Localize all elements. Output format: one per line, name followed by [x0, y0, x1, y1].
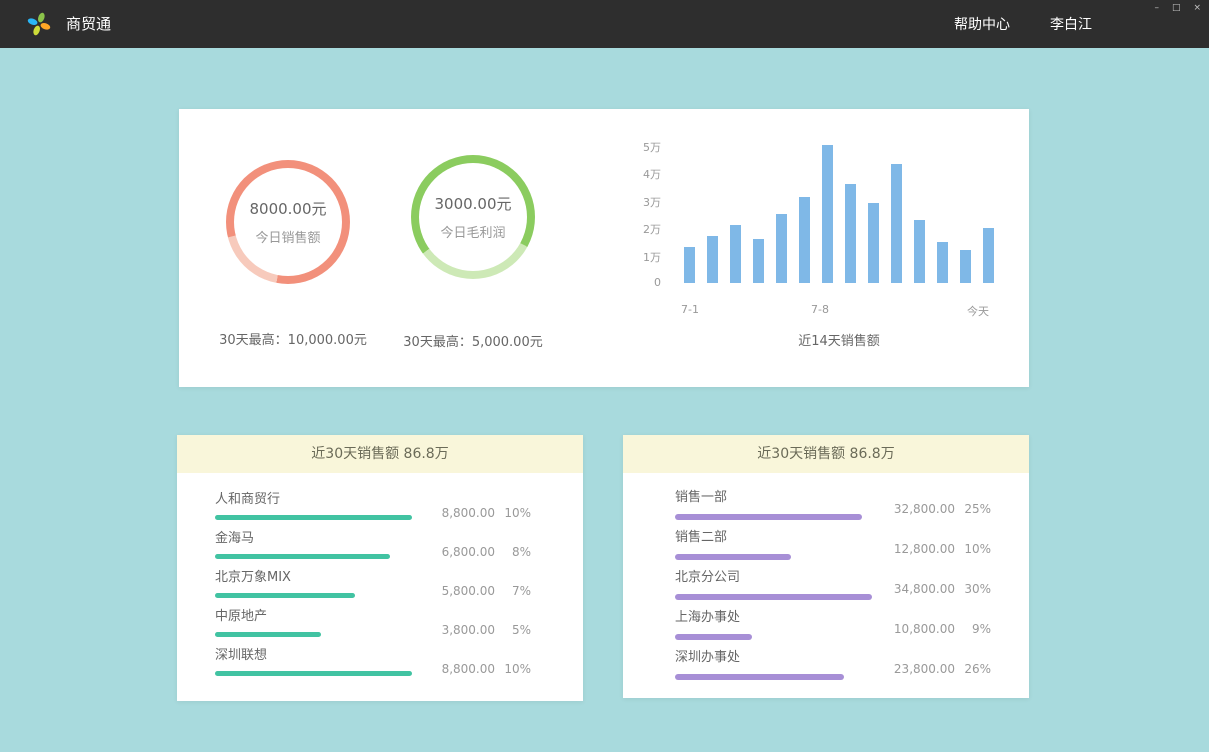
- list-item: 人和商贸行 8,800.0010%: [215, 493, 531, 532]
- sales-bar: [937, 242, 948, 283]
- progress-bar: [215, 593, 355, 598]
- x-tick: 7-8: [807, 303, 833, 316]
- list-item: 深圳办事处 23,800.0026%: [675, 651, 991, 691]
- list-item: 金海马 6,800.008%: [215, 532, 531, 571]
- titlebar-links: 帮助中心 李白江: [954, 0, 1092, 48]
- amount: 32,800.00: [889, 502, 955, 516]
- sales-bar: [776, 214, 787, 283]
- x-tick: 今天: [961, 303, 995, 319]
- today-profit-value: 3000.00元: [434, 193, 511, 214]
- app-logo-icon: [27, 12, 51, 36]
- daily-sales-bars: [684, 145, 994, 283]
- sales-bar: [845, 184, 856, 283]
- list-item: 深圳联想 8,800.0010%: [215, 649, 531, 688]
- sales-30d-max-note: 30天最高：10,000.00元: [193, 329, 393, 348]
- amount: 34,800.00: [889, 582, 955, 596]
- sales-bar: [960, 250, 971, 283]
- sales-bar: [914, 220, 925, 283]
- customer-name: 金海马: [215, 532, 531, 546]
- percent: 25%: [955, 502, 991, 516]
- x-tick: 7-1: [677, 303, 703, 316]
- daily-sales-chart-title: 近14天销售额: [684, 330, 994, 349]
- progress-bar: [215, 671, 412, 676]
- amount: 23,800.00: [889, 662, 955, 676]
- amount: 6,800.00: [429, 545, 495, 559]
- sales-bar: [983, 228, 994, 283]
- percent: 30%: [955, 582, 991, 596]
- percent: 9%: [955, 622, 991, 636]
- sales-bar: [707, 236, 718, 283]
- sales-bar: [868, 203, 879, 283]
- progress-bar: [675, 554, 791, 560]
- list-item: 北京万象MIX 5,800.007%: [215, 571, 531, 610]
- today-profit-label: 今日毛利润: [440, 222, 505, 241]
- progress-bar: [675, 674, 844, 680]
- amount: 8,800.00: [429, 506, 495, 520]
- y-tick: 5万: [619, 139, 661, 155]
- sales-bar: [684, 247, 695, 283]
- percent: 5%: [495, 623, 531, 637]
- window-controls: – □ ×: [1154, 2, 1201, 14]
- summary-card: 8000.00元 今日销售额 30天最高：10,000.00元 3000.00元…: [179, 109, 1029, 387]
- amount: 5,800.00: [429, 584, 495, 598]
- user-name-link[interactable]: 李白江: [1050, 14, 1092, 34]
- progress-bar: [675, 634, 752, 640]
- customers-card-title: 近30天销售额 86.8万: [177, 435, 583, 473]
- progress-bar: [215, 554, 390, 559]
- sales-bar: [753, 239, 764, 283]
- list-item: 中原地产 3,800.005%: [215, 610, 531, 649]
- departments-card-title: 近30天销售额 86.8万: [623, 435, 1029, 473]
- maximize-button[interactable]: □: [1172, 2, 1181, 14]
- y-tick: 1万: [619, 249, 661, 265]
- list-item: 上海办事处 10,800.009%: [675, 611, 991, 651]
- y-tick: 2万: [619, 221, 661, 237]
- list-item: 北京分公司 34,800.0030%: [675, 571, 991, 611]
- today-profit-ring: 3000.00元 今日毛利润: [411, 155, 535, 279]
- list-item: 销售一部 32,800.0025%: [675, 491, 991, 531]
- progress-bar: [675, 594, 872, 600]
- customer-name: 北京万象MIX: [215, 571, 531, 585]
- today-sales-value: 8000.00元: [249, 198, 326, 219]
- sales-bar: [799, 197, 810, 283]
- amount: 3,800.00: [429, 623, 495, 637]
- titlebar: 商贸通 帮助中心 李白江 – □ ×: [0, 0, 1209, 48]
- amount: 12,800.00: [889, 542, 955, 556]
- percent: 7%: [495, 584, 531, 598]
- amount: 8,800.00: [429, 662, 495, 676]
- progress-bar: [675, 514, 862, 520]
- today-profit-ring-center: 3000.00元 今日毛利润: [419, 163, 527, 271]
- sales-bar: [822, 145, 833, 283]
- percent: 10%: [955, 542, 991, 556]
- y-tick: 4万: [619, 166, 661, 182]
- close-button[interactable]: ×: [1193, 2, 1201, 14]
- amount: 10,800.00: [889, 622, 955, 636]
- app-title: 商贸通: [66, 0, 111, 48]
- sales-bar: [730, 225, 741, 283]
- customer-name: 深圳联想: [215, 649, 531, 663]
- percent: 8%: [495, 545, 531, 559]
- today-sales-ring-center: 8000.00元 今日销售额: [234, 168, 342, 276]
- y-tick: 0: [619, 276, 661, 289]
- percent: 26%: [955, 662, 991, 676]
- progress-bar: [215, 632, 321, 637]
- minimize-button[interactable]: –: [1154, 2, 1159, 14]
- today-sales-ring: 8000.00元 今日销售额: [226, 160, 350, 284]
- progress-bar: [215, 515, 412, 520]
- customers-sales-card: 近30天销售额 86.8万 人和商贸行 8,800.0010% 金海马 6,80…: [177, 435, 583, 701]
- help-center-link[interactable]: 帮助中心: [954, 14, 1010, 34]
- list-item: 销售二部 12,800.0010%: [675, 531, 991, 571]
- today-sales-label: 今日销售额: [255, 227, 320, 246]
- percent: 10%: [495, 662, 531, 676]
- departments-sales-card: 近30天销售额 86.8万 销售一部 32,800.0025% 销售二部 12,…: [623, 435, 1029, 698]
- profit-30d-max-note: 30天最高：5,000.00元: [373, 331, 573, 350]
- customer-name: 中原地产: [215, 610, 531, 624]
- sales-bar: [891, 164, 902, 283]
- customer-name: 人和商贸行: [215, 493, 531, 507]
- y-tick: 3万: [619, 194, 661, 210]
- percent: 10%: [495, 506, 531, 520]
